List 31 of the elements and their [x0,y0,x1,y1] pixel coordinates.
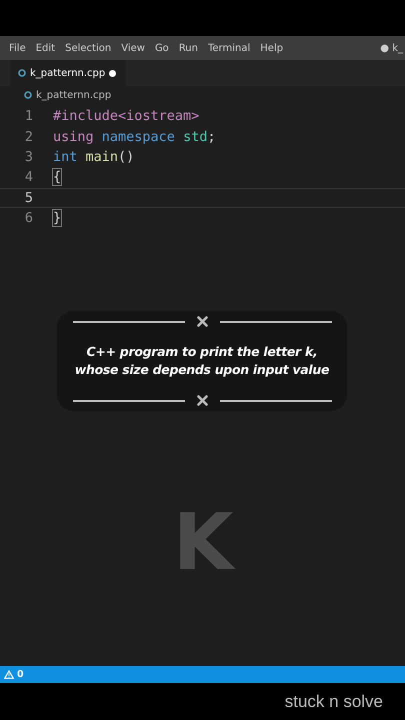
menu-item[interactable]: File [4,42,31,54]
warning-icon [4,670,14,679]
window-title: ● k_ [379,42,404,54]
menu-item[interactable]: Edit [30,42,60,54]
line-number: 1 [24,108,34,124]
menu-item[interactable]: Selection [60,42,116,54]
menu-item[interactable]: Terminal [203,42,256,54]
caption-text: C++ program to print the letter k, whose size depends upon input value [74,342,330,379]
editor-tab[interactable]: k_patternn.cpp [10,60,126,86]
code-line: int main() [53,148,134,165]
unsaved-dot-icon [109,70,116,76]
code-line: } [53,210,62,226]
cpp-file-icon [24,91,32,99]
menu-item[interactable]: Run [174,42,203,54]
line-number: 6 [24,210,34,226]
menu-item[interactable]: Help [255,42,288,54]
cpp-file-icon [18,69,26,77]
line-number: 4 [24,169,34,186]
channel-name: stuck n solve [284,692,383,712]
menu-item[interactable]: Go [150,42,174,54]
line-number: 5 [24,190,34,206]
code-line: using namespace std; [53,128,216,145]
line-number: 3 [24,148,34,165]
menu-item[interactable]: View [116,42,150,54]
breadcrumb[interactable]: k_patternn.cpp [36,90,112,100]
code-line: #include<iostream> [53,108,200,124]
cross-icon [196,316,208,327]
line-number: 2 [24,128,34,145]
cross-icon [196,395,208,406]
warnings-count[interactable]: 0 [4,669,24,680]
code-line: { [53,169,62,186]
